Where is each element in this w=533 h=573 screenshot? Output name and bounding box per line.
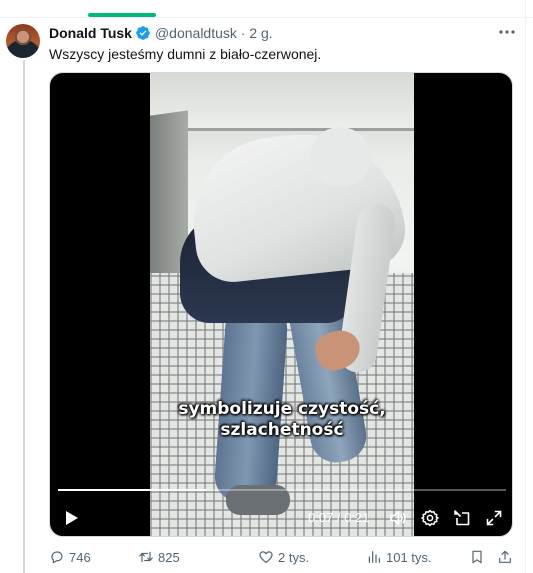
like-count: 2 tys. [278,549,310,565]
video-scene-head [310,127,370,187]
video-frame[interactable] [150,73,414,536]
avatar[interactable] [6,24,40,58]
video-player[interactable]: symbolizuje czystość, szlachetność 0:07 … [49,72,513,537]
views-count: 101 tys. [386,549,432,565]
tweet-actions: 746 825 2 tys. 101 tys. [49,547,515,567]
heart-icon [259,551,273,563]
bookmark-icon [472,550,482,564]
column-border [525,0,526,573]
volume-icon[interactable] [388,508,408,528]
tweet-text: Wszyscy jesteśmy dumni z biało-czerwonej… [49,46,322,62]
like-button[interactable]: 2 tys. [258,547,309,567]
video-progress-fill [58,489,206,491]
settings-icon[interactable] [420,508,440,528]
top-divider [0,17,533,18]
video-progress-bar[interactable] [58,489,506,491]
reply-icon [51,551,63,564]
video-controls: 0:07 / 0:21 [50,503,512,533]
share-button[interactable] [497,547,517,567]
thread-line [23,60,25,573]
handle-and-time[interactable]: @donaldtusk · 2 g. [155,25,273,41]
picture-in-picture-icon[interactable] [452,508,472,528]
tweet-header: Donald Tusk @donaldtusk · 2 g. [49,24,273,42]
share-icon [499,550,511,563]
verified-badge-icon[interactable] [135,25,151,41]
reply-count: 746 [69,549,91,565]
views-button[interactable]: 101 tys. [366,547,432,567]
video-scene-ceiling [150,73,414,131]
video-subtitle: symbolizuje czystość, szlachetność [150,399,414,441]
repost-count: 825 [158,549,180,565]
video-time: 0:07 / 0:21 [308,510,370,525]
repost-icon [139,551,153,563]
bookmark-button[interactable] [469,547,489,567]
fullscreen-icon[interactable] [484,508,504,528]
play-icon[interactable] [62,509,80,527]
reply-button[interactable]: 746 [49,547,91,567]
more-horizontal-icon[interactable] [497,24,517,40]
views-chart-icon [368,551,380,563]
subtitle-line: symbolizuje czystość, [178,399,386,419]
subtitle-line: szlachetność [220,420,344,440]
repost-button[interactable]: 825 [138,547,180,567]
display-name[interactable]: Donald Tusk [49,25,132,41]
